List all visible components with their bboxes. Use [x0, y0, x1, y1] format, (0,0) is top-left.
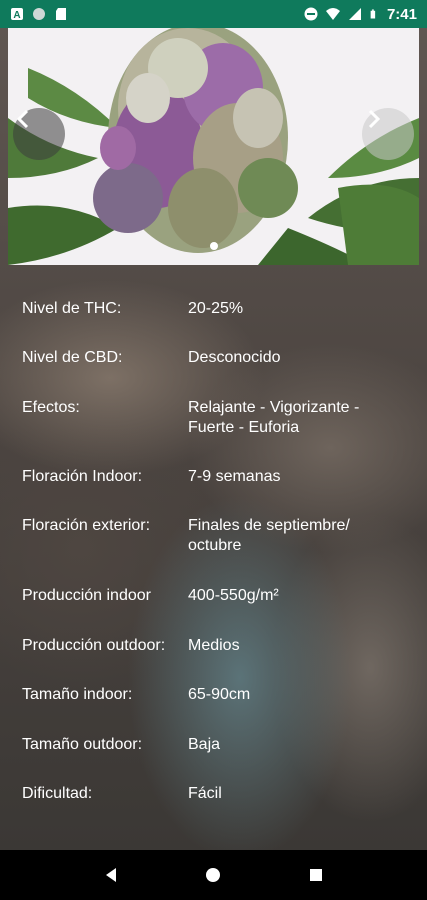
- plant-photo: [8, 28, 419, 265]
- status-right-icons: 7:41: [304, 6, 417, 23]
- detail-label: Floración exterior:: [22, 517, 151, 534]
- detail-label: Producción indoor: [22, 587, 151, 604]
- detail-row: Floración Indoor: 7-9 semanas: [22, 467, 412, 487]
- detail-value: 65-90cm: [188, 686, 251, 703]
- detail-row: Tamaño indoor: 65-90cm: [22, 685, 412, 705]
- sd-card-icon: [56, 8, 66, 20]
- detail-label: Tamaño indoor:: [22, 686, 133, 703]
- status-time: 7:41: [386, 5, 417, 23]
- back-triangle-icon: [106, 868, 117, 882]
- svg-text:A: A: [13, 10, 20, 21]
- detail-label: Producción outdoor:: [22, 637, 166, 654]
- wifi-icon: [325, 8, 340, 20]
- detail-value: 20-25%: [188, 300, 244, 317]
- status-left-icons: A: [10, 7, 68, 21]
- detail-row: Producción outdoor: Medios: [22, 636, 412, 656]
- battery-icon: [370, 9, 376, 19]
- system-navigation-bar: [0, 850, 427, 900]
- detail-row: Floración exterior: Finales de septiembr…: [22, 516, 412, 556]
- recents-button[interactable]: [296, 855, 336, 895]
- home-button[interactable]: [193, 855, 233, 895]
- circle-icon: [33, 8, 45, 20]
- carousel-prev-button[interactable]: [13, 108, 65, 160]
- detail-value: Medios: [188, 637, 240, 654]
- detail-value: Desconocido: [188, 349, 281, 366]
- detail-label: Nivel de CBD:: [22, 349, 123, 366]
- detail-value: Fácil: [188, 785, 222, 802]
- detail-label: Nivel de THC:: [22, 300, 122, 317]
- chevron-right-icon: [368, 109, 381, 129]
- detail-value: 400-550g/m²: [188, 587, 279, 604]
- carousel-dot-active[interactable]: [209, 242, 218, 250]
- detail-row: Producción indoor 400-550g/m²: [22, 586, 412, 606]
- carousel-next-button[interactable]: [362, 108, 414, 160]
- carousel-pagination: [8, 242, 419, 250]
- recents-square-icon: [309, 869, 322, 881]
- detail-row: Efectos: Relajante - Vigorizante - Fuerte…: [22, 398, 412, 438]
- do-not-disturb-icon: [304, 7, 318, 21]
- detail-label: Efectos:: [22, 399, 80, 416]
- image-carousel[interactable]: [8, 28, 419, 265]
- chevron-left-icon: [16, 109, 29, 129]
- detail-row: Dificultad: Fácil: [22, 784, 412, 804]
- detail-label: Dificultad:: [22, 785, 93, 802]
- detail-label: Tamaño outdoor:: [22, 736, 143, 753]
- notification-a-icon: A: [11, 8, 23, 21]
- status-bar: A 7:41: [0, 0, 427, 28]
- detail-row: Tamaño outdoor: Baja: [22, 735, 412, 755]
- detail-value: Relajante - Vigorizante - Fuerte - Eufori…: [188, 399, 360, 436]
- detail-row: Nivel de CBD: Desconocido: [22, 348, 412, 368]
- detail-row: Nivel de THC: 20-25%: [22, 299, 412, 319]
- signal-icon: [348, 8, 361, 20]
- detail-value: Finales de septiembre/octubre: [188, 517, 350, 554]
- detail-value: 7-9 semanas: [188, 468, 281, 485]
- home-circle-icon: [206, 868, 221, 882]
- back-button[interactable]: [91, 855, 131, 895]
- detail-label: Floración Indoor:: [22, 468, 143, 485]
- detail-value: Baja: [188, 736, 221, 753]
